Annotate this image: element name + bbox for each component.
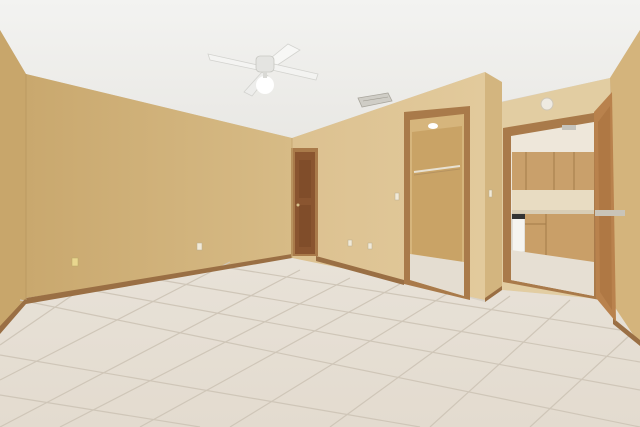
room-photo [0, 0, 640, 427]
electrical-outlet-icon [71, 257, 79, 267]
right-wall-section [485, 72, 502, 302]
closet-doorway [404, 106, 470, 300]
left-side-wall [0, 30, 26, 330]
light-switch-icon [394, 192, 400, 201]
smoke-detector-icon [540, 97, 554, 111]
ceiling-light-icon [256, 76, 274, 94]
electrical-outlet-icon [367, 242, 373, 250]
interior-door [291, 148, 318, 256]
light-switch-icon [488, 189, 493, 198]
door-handle [595, 210, 625, 216]
upper-cabinets [512, 152, 594, 190]
kitchen-doorway [503, 112, 600, 300]
electrical-outlet-icon [196, 242, 203, 251]
closet-ceiling-light-icon [428, 123, 438, 129]
electrical-outlet-icon [347, 239, 353, 247]
dishwasher [511, 213, 526, 253]
kitchen-vent-icon [562, 125, 576, 130]
